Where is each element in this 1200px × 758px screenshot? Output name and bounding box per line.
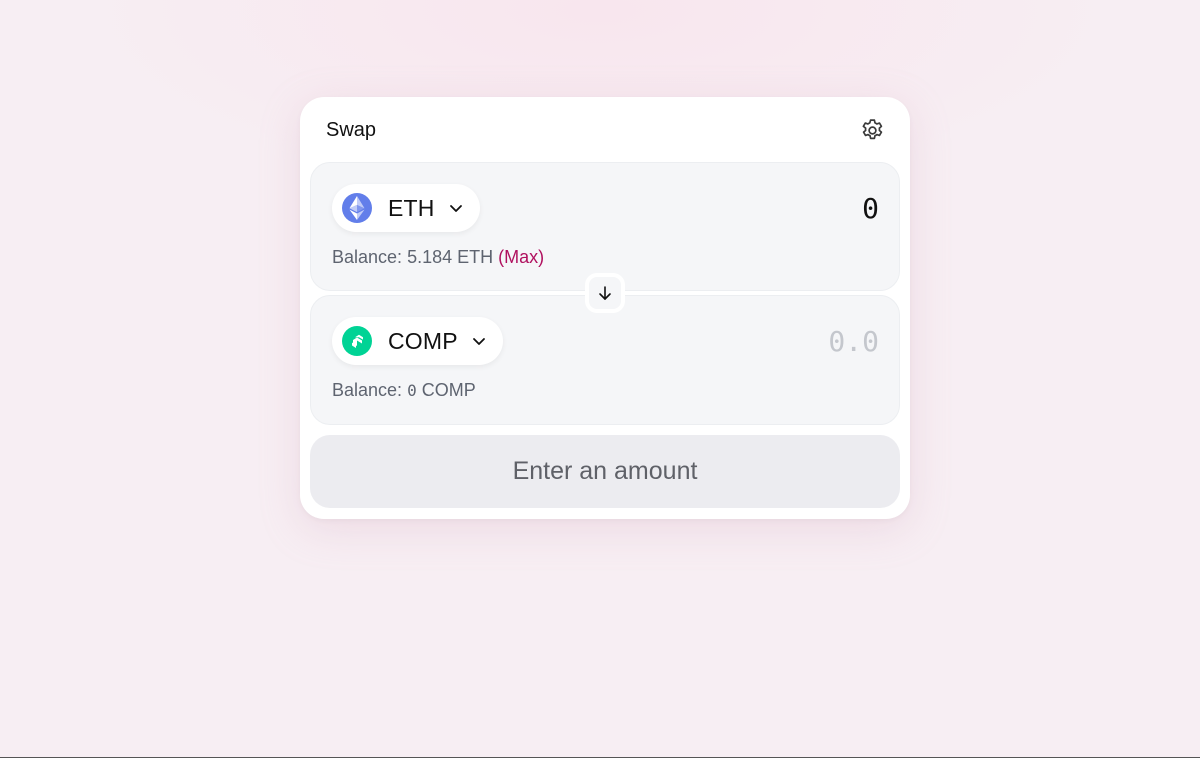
to-token-selector[interactable]: COMP [332,317,503,365]
ethereum-logo-icon [342,193,372,223]
switch-direction-button[interactable] [585,273,625,313]
to-balance: Balance: 0 COMP [332,380,476,401]
swap-title: Swap [326,119,377,141]
swap-card: Swap ETH 0 Balance: 5.184 ETH (Max) COMP… [300,97,910,519]
arrow-down-icon [599,286,611,300]
max-button[interactable]: (Max) [498,247,544,267]
from-token-symbol: ETH [388,194,435,221]
enter-amount-button[interactable]: Enter an amount [310,435,900,508]
compound-logo-icon [342,326,372,356]
chevron-down-icon [471,333,487,349]
from-token-selector[interactable]: ETH [332,184,480,232]
chevron-down-icon [448,200,464,216]
to-token-symbol: COMP [388,327,458,354]
gear-icon [862,119,883,140]
swap-header: Swap [326,117,886,143]
from-balance-value: 5.184 [407,247,453,267]
from-token-panel: ETH Balance: 5.184 ETH (Max) [310,162,900,291]
from-amount-input[interactable] [679,190,879,226]
to-balance-unit: COMP [416,380,476,400]
to-balance-value: 0 [407,381,417,400]
settings-button[interactable] [859,117,886,144]
to-balance-label: Balance: [332,380,408,400]
from-balance: Balance: 5.184 ETH (Max) [332,247,544,268]
from-balance-label: Balance: [332,247,408,267]
to-token-panel: COMP Balance: 0 COMP [310,295,900,425]
to-amount-input[interactable] [679,323,879,359]
from-balance-unit: ETH [452,247,499,267]
